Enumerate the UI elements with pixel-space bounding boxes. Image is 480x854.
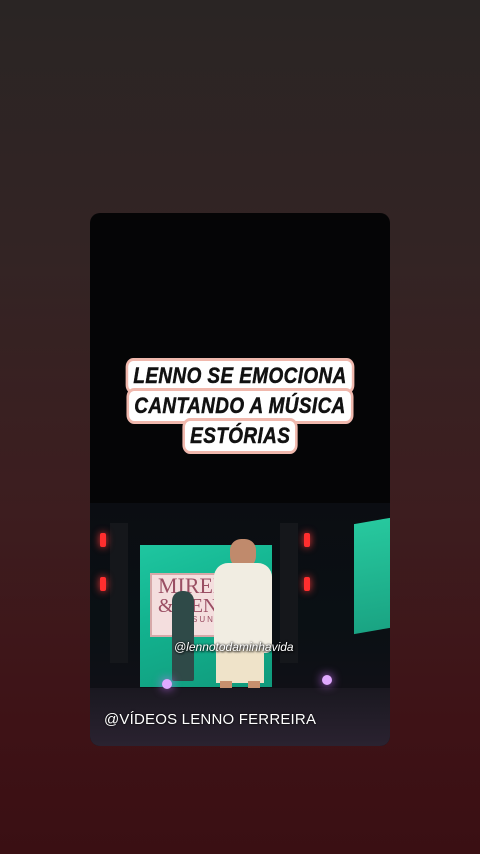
stage-light [304,577,310,591]
background-performer [172,591,194,681]
stage-light [100,533,106,547]
title-line: CANTANDO A MÚSICA [129,391,351,421]
story-title: LENNO SE EMOCIONA CANTANDO A MÚSICA ESTÓ… [90,361,390,451]
story-video-card[interactable]: MIREL & LENN SUNSE LENNO SE EMOCIONA CAN… [90,213,390,746]
stage-light [304,533,310,547]
side-led-screen [354,517,390,635]
spotlight [322,675,332,685]
singer-shorts [216,649,264,683]
spotlight [162,679,172,689]
stage-light [100,577,106,591]
video-watermark: @VÍDEOS LENNO FERREIRA [104,711,317,728]
title-line: ESTÓRIAS [184,421,296,451]
speaker-stack-left [110,523,128,663]
title-line: LENNO SE EMOCIONA [128,361,352,391]
concert-stage-image: MIREL & LENN SUNSE [90,503,390,746]
creator-handle[interactable]: @lennotodaminhavida [174,640,294,654]
